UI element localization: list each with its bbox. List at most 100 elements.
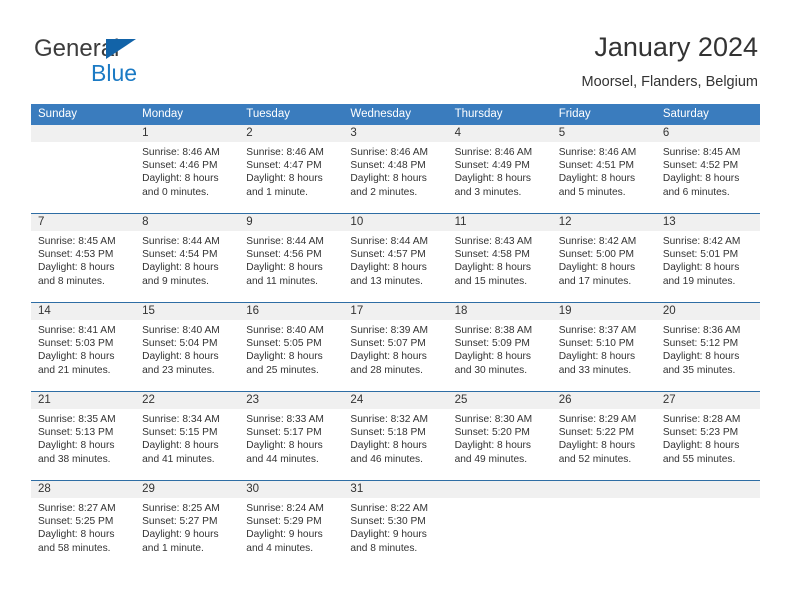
day-number[interactable]: 7 <box>31 214 135 231</box>
daylight-line-cont: and 58 minutes. <box>38 542 111 554</box>
day-cell[interactable]: Sunrise: 8:22 AM Sunset: 5:30 PM Daylight:… <box>343 498 447 569</box>
sunrise-line: Sunrise: 8:44 AM <box>142 236 220 247</box>
calendar-week-row: 1 2 3 4 5 6 Sunrise: 8:46 AM Sunset: 4:46 PM Day… <box>31 125 760 213</box>
day-number[interactable]: 22 <box>135 392 239 409</box>
sunset-line: Sunset: 4:48 PM <box>350 160 426 172</box>
day-cell[interactable]: Sunrise: 8:42 AM Sunset: 5:00 PM Daylight:… <box>552 231 656 302</box>
sunrise-line: Sunrise: 8:40 AM <box>142 325 220 336</box>
day-cell[interactable]: Sunrise: 8:42 AM Sunset: 5:01 PM Daylight:… <box>656 231 760 302</box>
day-number[interactable]: 27 <box>656 392 760 409</box>
daylight-line-cont: and 1 minute. <box>246 186 309 198</box>
day-number[interactable]: 26 <box>552 392 656 409</box>
day-number[interactable]: 8 <box>135 214 239 231</box>
day-number[interactable]: 24 <box>343 392 447 409</box>
day-number[interactable]: 4 <box>448 125 552 142</box>
day-number[interactable]: 15 <box>135 303 239 320</box>
day-cell[interactable]: Sunrise: 8:40 AM Sunset: 5:04 PM Daylight:… <box>135 320 239 391</box>
sunset-line: Sunset: 5:23 PM <box>662 427 739 439</box>
day-number[interactable]: 5 <box>552 125 656 142</box>
day-cell[interactable]: Sunrise: 8:27 AM Sunset: 5:25 PM Daylight:… <box>31 498 135 569</box>
day-cell[interactable]: Sunrise: 8:44 AM Sunset: 4:57 PM Daylight:… <box>343 231 447 302</box>
day-number-strip: 14 15 16 17 18 19 20 <box>31 303 760 320</box>
general-blue-logo: General Blue <box>34 36 234 88</box>
sunset-line: Sunset: 5:03 PM <box>38 338 114 350</box>
daylight-line: Daylight: 8 hours <box>558 262 636 274</box>
day-cell[interactable]: Sunrise: 8:41 AM Sunset: 5:03 PM Daylight:… <box>31 320 135 391</box>
daylight-line-cont: and 28 minutes. <box>350 364 423 376</box>
day-number[interactable]: 21 <box>31 392 135 409</box>
sunrise-line: Sunrise: 8:46 AM <box>558 147 637 158</box>
sunset-line: Sunset: 5:27 PM <box>142 516 218 528</box>
day-cell[interactable]: Sunrise: 8:40 AM Sunset: 5:05 PM Daylight:… <box>239 320 343 391</box>
day-cell[interactable]: Sunrise: 8:37 AM Sunset: 5:10 PM Daylight:… <box>552 320 656 391</box>
daylight-line-cont: and 30 minutes. <box>454 364 528 376</box>
day-number[interactable]: 2 <box>239 125 343 142</box>
day-cell[interactable]: Sunrise: 8:43 AM Sunset: 4:58 PM Daylight:… <box>448 231 552 302</box>
day-cell[interactable]: Sunrise: 8:38 AM Sunset: 5:09 PM Daylight:… <box>448 320 552 391</box>
day-cell[interactable]: Sunrise: 8:46 AM Sunset: 4:46 PM Daylight:… <box>135 142 239 213</box>
sunset-line: Sunset: 4:56 PM <box>246 249 322 261</box>
day-cell[interactable]: Sunrise: 8:36 AM Sunset: 5:12 PM Daylight:… <box>656 320 760 391</box>
sunset-line: Sunset: 5:09 PM <box>454 338 530 350</box>
day-cell[interactable]: Sunrise: 8:46 AM Sunset: 4:51 PM Daylight:… <box>552 142 656 213</box>
day-number[interactable]: 14 <box>31 303 135 320</box>
day-cell[interactable]: Sunrise: 8:45 AM Sunset: 4:53 PM Daylight:… <box>31 231 135 302</box>
day-number[interactable]: 29 <box>135 481 239 498</box>
sunset-line: Sunset: 5:00 PM <box>558 249 635 261</box>
day-cell[interactable]: Sunrise: 8:25 AM Sunset: 5:27 PM Daylight:… <box>135 498 239 569</box>
day-number[interactable]: 10 <box>343 214 447 231</box>
sunrise-line: Sunrise: 8:40 AM <box>246 325 324 336</box>
daylight-line: Daylight: 8 hours <box>662 262 740 274</box>
day-cell[interactable]: Sunrise: 8:46 AM Sunset: 4:49 PM Daylight:… <box>448 142 552 213</box>
day-detail-strip: Sunrise: 8:41 AM Sunset: 5:03 PM Daylight:… <box>31 320 760 391</box>
daylight-line-cont: and 8 minutes. <box>38 275 105 287</box>
weekday-header-wednesday: Wednesday <box>350 108 411 120</box>
sunrise-line: Sunrise: 8:46 AM <box>246 147 324 158</box>
day-number-strip: 28 29 30 31 <box>31 481 760 498</box>
day-cell[interactable]: Sunrise: 8:44 AM Sunset: 4:54 PM Daylight:… <box>135 231 239 302</box>
day-number[interactable]: 31 <box>343 481 447 498</box>
day-cell[interactable]: Sunrise: 8:44 AM Sunset: 4:56 PM Daylight:… <box>239 231 343 302</box>
day-number[interactable]: 25 <box>448 392 552 409</box>
day-number[interactable]: 13 <box>656 214 760 231</box>
day-cell[interactable]: Sunrise: 8:45 AM Sunset: 4:52 PM Daylight:… <box>656 142 760 213</box>
day-cell[interactable]: Sunrise: 8:29 AM Sunset: 5:22 PM Daylight:… <box>552 409 656 480</box>
day-number[interactable]: 6 <box>656 125 760 142</box>
day-cell[interactable]: Sunrise: 8:30 AM Sunset: 5:20 PM Daylight:… <box>448 409 552 480</box>
day-number[interactable]: 28 <box>31 481 135 498</box>
day-cell[interactable]: Sunrise: 8:46 AM Sunset: 4:47 PM Daylight:… <box>239 142 343 213</box>
day-number[interactable]: 18 <box>448 303 552 320</box>
daylight-line-cont: and 6 minutes. <box>662 186 730 198</box>
day-number-empty <box>656 481 760 498</box>
daylight-line: Daylight: 8 hours <box>558 173 636 185</box>
sunrise-line: Sunrise: 8:29 AM <box>558 414 637 425</box>
day-number[interactable]: 17 <box>343 303 447 320</box>
sunrise-line: Sunrise: 8:34 AM <box>142 414 220 425</box>
day-number[interactable]: 23 <box>239 392 343 409</box>
weekday-header-friday: Friday <box>558 108 591 120</box>
sunset-line: Sunset: 5:25 PM <box>38 516 114 528</box>
daylight-line: Daylight: 8 hours <box>454 262 532 274</box>
day-cell[interactable]: Sunrise: 8:46 AM Sunset: 4:48 PM Daylight:… <box>343 142 447 213</box>
day-number[interactable]: 3 <box>343 125 447 142</box>
day-cell[interactable]: Sunrise: 8:32 AM Sunset: 5:18 PM Daylight:… <box>343 409 447 480</box>
sunrise-line: Sunrise: 8:22 AM <box>350 503 429 514</box>
day-number[interactable]: 30 <box>239 481 343 498</box>
day-number[interactable]: 20 <box>656 303 760 320</box>
title-block: January 2024 Moorsel, Flanders, Belgium <box>582 30 759 93</box>
day-cell[interactable]: Sunrise: 8:35 AM Sunset: 5:13 PM Daylight:… <box>31 409 135 480</box>
day-cell[interactable]: Sunrise: 8:24 AM Sunset: 5:29 PM Daylight:… <box>239 498 343 569</box>
day-cell[interactable]: Sunrise: 8:28 AM Sunset: 5:23 PM Daylight:… <box>656 409 760 480</box>
daylight-line: Daylight: 8 hours <box>142 173 219 185</box>
day-cell[interactable]: Sunrise: 8:33 AM Sunset: 5:17 PM Daylight:… <box>239 409 343 480</box>
day-number[interactable]: 9 <box>239 214 343 231</box>
day-cell[interactable]: Sunrise: 8:34 AM Sunset: 5:15 PM Daylight:… <box>135 409 239 480</box>
calendar-week-row: 7 8 9 10 11 12 13 Sunrise: 8:45 AM Sunset: 4:53 … <box>31 213 760 302</box>
day-number[interactable]: 1 <box>135 125 239 142</box>
day-number[interactable]: 19 <box>552 303 656 320</box>
daylight-line-cont: and 38 minutes. <box>38 453 111 465</box>
day-number[interactable]: 16 <box>239 303 343 320</box>
day-number[interactable]: 11 <box>448 214 552 231</box>
day-number[interactable]: 12 <box>552 214 656 231</box>
day-cell[interactable]: Sunrise: 8:39 AM Sunset: 5:07 PM Daylight:… <box>343 320 447 391</box>
